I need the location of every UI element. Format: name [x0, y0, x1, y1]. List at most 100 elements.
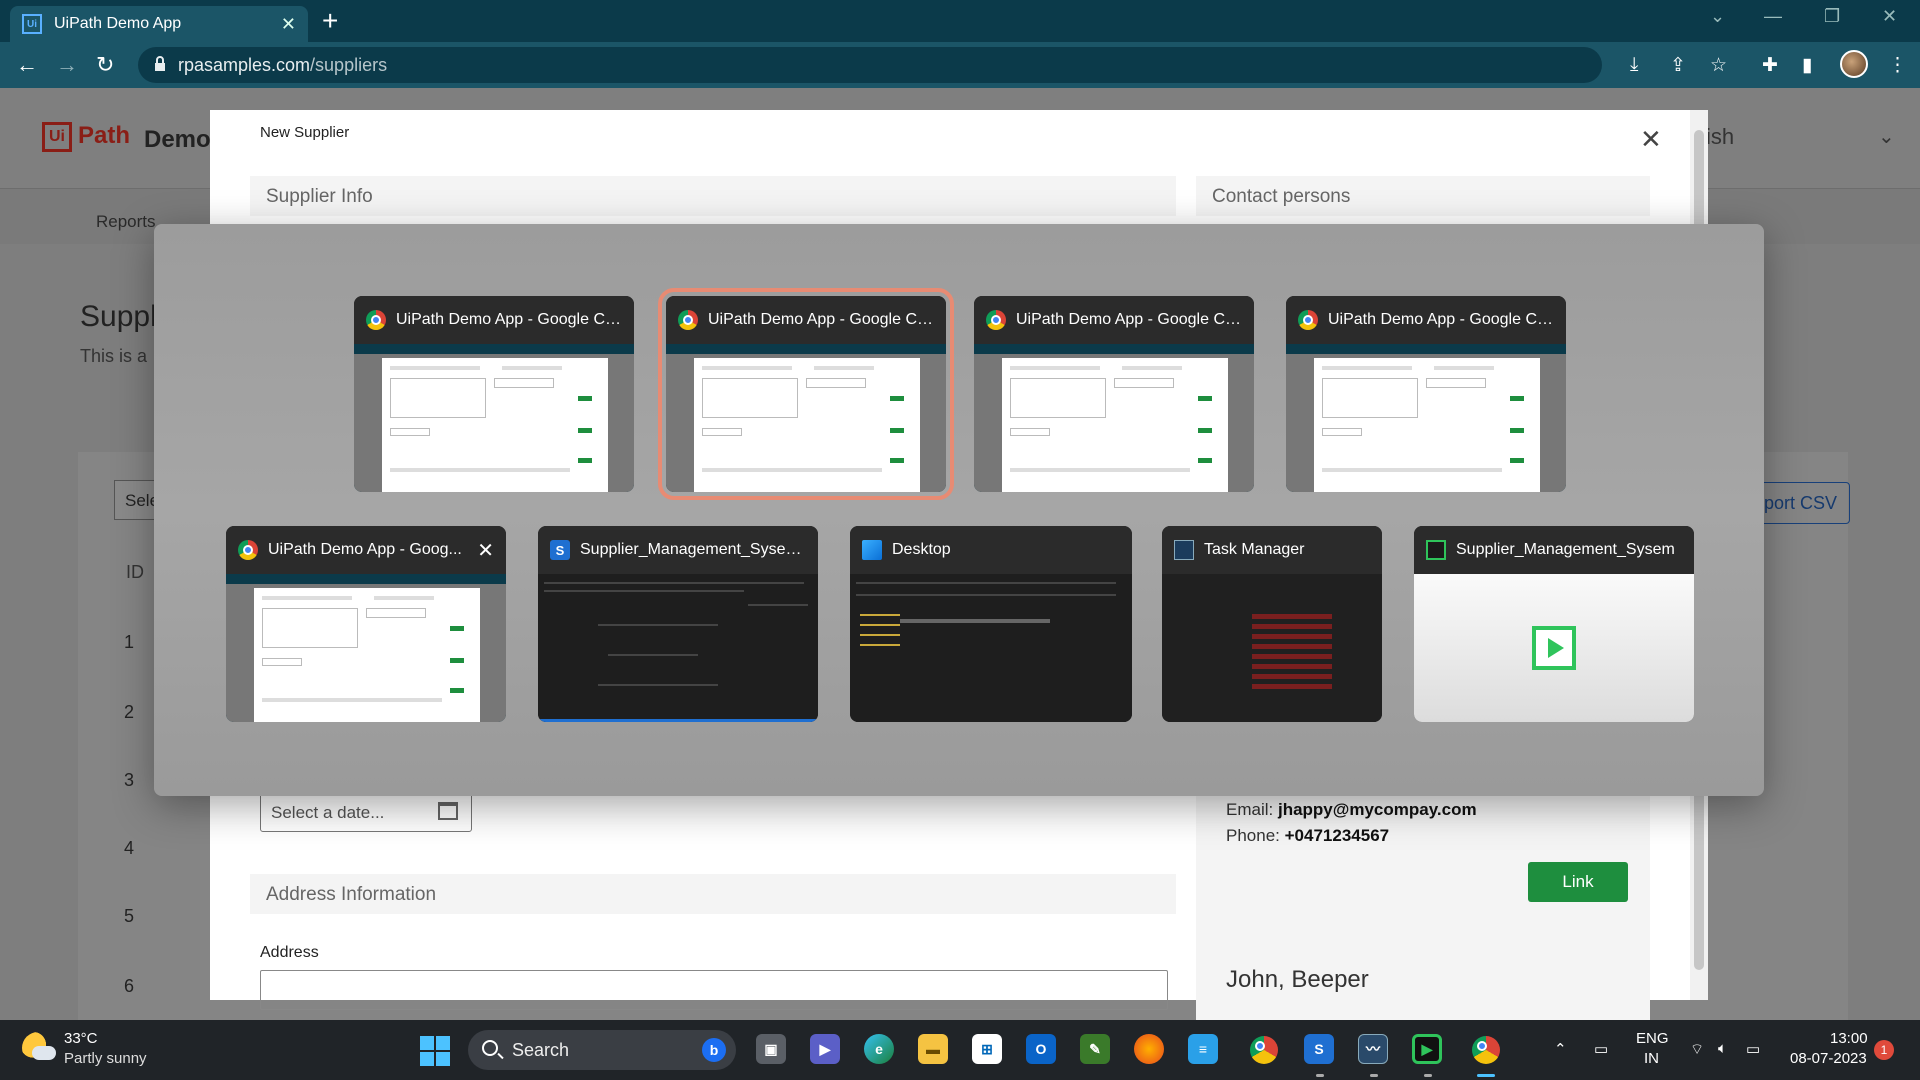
- tab-search-icon[interactable]: ⌄: [1710, 6, 1725, 27]
- chrome-icon: [678, 310, 698, 330]
- switcher-window-title: UiPath Demo App - Google Ch...: [708, 311, 934, 328]
- contact-phone-label: Phone:: [1226, 826, 1280, 845]
- taskbar-search[interactable]: Search b: [468, 1030, 736, 1070]
- side-panel-icon[interactable]: ▮: [1802, 54, 1812, 77]
- link-button[interactable]: Link: [1528, 862, 1628, 902]
- reload-button[interactable]: ↻: [96, 52, 114, 78]
- install-app-icon[interactable]: ⤓: [1630, 54, 1638, 76]
- switcher-window[interactable]: UiPath Demo App - Google Ch...: [974, 296, 1254, 492]
- bing-icon[interactable]: b: [702, 1038, 726, 1062]
- table-row-id: 1: [124, 632, 135, 652]
- switcher-window[interactable]: UiPath Demo App - Google Ch...: [1286, 296, 1566, 492]
- task-view-icon[interactable]: ▣: [756, 1034, 786, 1064]
- table-row-id: 5: [124, 906, 135, 926]
- display-icon[interactable]: ▭: [1594, 1040, 1608, 1058]
- window-thumbnail: [974, 344, 1254, 492]
- page-description: This is a: [80, 346, 148, 366]
- switcher-window[interactable]: S Supplier_Management_Sysem...: [538, 526, 818, 722]
- search-icon: [482, 1040, 498, 1056]
- forward-button[interactable]: →: [56, 52, 78, 78]
- switcher-window[interactable]: Desktop: [850, 526, 1132, 722]
- close-modal-icon[interactable]: ✕: [1640, 126, 1662, 152]
- language-region[interactable]: IN: [1644, 1050, 1659, 1067]
- switcher-window-title: Task Manager: [1204, 541, 1305, 558]
- window-thumbnail: [538, 574, 818, 722]
- edge-icon[interactable]: e: [864, 1034, 894, 1064]
- chrome-icon[interactable]: [1250, 1036, 1278, 1064]
- chevron-down-icon[interactable]: ⌄: [1878, 124, 1895, 149]
- new-tab-button[interactable]: +: [322, 6, 338, 36]
- back-button[interactable]: ←: [16, 52, 38, 78]
- weather-temperature[interactable]: 33°C: [64, 1030, 98, 1047]
- contact-email: Email: jhappy@mycompay.com: [1226, 800, 1477, 820]
- notepad-plus-plus-icon[interactable]: ✎: [1080, 1034, 1110, 1064]
- switcher-window[interactable]: UiPath Demo App - Google Ch...: [354, 296, 634, 492]
- url-path: /suppliers: [310, 54, 388, 75]
- minimize-button[interactable]: —: [1764, 6, 1782, 27]
- switcher-window[interactable]: UiPath Demo App - Goog... ✕: [226, 526, 506, 722]
- close-window-button[interactable]: ✕: [1882, 6, 1897, 27]
- window-thumbnail: [354, 344, 634, 492]
- notification-badge[interactable]: 1: [1874, 1040, 1894, 1060]
- close-tab-icon[interactable]: ✕: [281, 14, 296, 35]
- clock-date[interactable]: 08-07-2023: [1790, 1050, 1867, 1067]
- window-thumbnail: [1286, 344, 1566, 492]
- share-icon[interactable]: ⇪: [1670, 54, 1686, 77]
- address-input[interactable]: [260, 970, 1168, 1010]
- window-thumbnail: [666, 344, 946, 492]
- windows-start-icon[interactable]: [420, 1036, 450, 1066]
- chrome-profile-icon[interactable]: [1472, 1036, 1500, 1064]
- switcher-window-title: UiPath Demo App - Goog...: [268, 541, 462, 558]
- firefox-icon[interactable]: [1134, 1034, 1164, 1064]
- uipath-logo-text: Path: [78, 122, 131, 149]
- chrome-icon: [986, 310, 1006, 330]
- notepad-icon[interactable]: ≡: [1188, 1034, 1218, 1064]
- address-bar[interactable]: rpasamples.com/suppliers: [138, 47, 1602, 83]
- chrome-icon: [366, 310, 386, 330]
- file-explorer-icon[interactable]: ▬: [918, 1034, 948, 1064]
- microsoft-store-icon[interactable]: ⊞: [972, 1034, 1002, 1064]
- extensions-puzzle-icon[interactable]: ✚: [1762, 54, 1778, 77]
- browser-tabstrip: Ui UiPath Demo App ✕ + ⌄ — ❐ ✕: [0, 0, 1920, 42]
- app-name: Demo: [144, 126, 211, 153]
- uipath-logo: Ui: [42, 122, 72, 152]
- switcher-window-title: UiPath Demo App - Google Ch...: [396, 311, 622, 328]
- wifi-icon[interactable]: ⌔: [1690, 1040, 1704, 1059]
- nav-reports[interactable]: Reports: [96, 212, 156, 232]
- chrome-icon: [238, 540, 258, 560]
- table-row-id: 6: [124, 976, 135, 996]
- uipath-robot-icon[interactable]: ▶: [1412, 1034, 1442, 1064]
- chrome-menu-icon[interactable]: ⋮: [1888, 54, 1907, 77]
- weather-condition[interactable]: Partly sunny: [64, 1050, 147, 1067]
- close-window-icon[interactable]: ✕: [477, 538, 494, 563]
- switcher-window-selected[interactable]: UiPath Demo App - Google Ch...: [658, 288, 954, 500]
- contact-persons-heading: Contact persons: [1196, 176, 1650, 216]
- outlook-icon[interactable]: O: [1026, 1034, 1056, 1064]
- bookmark-star-icon[interactable]: ☆: [1710, 54, 1727, 77]
- volume-icon[interactable]: 🔈︎: [1718, 1040, 1727, 1057]
- switcher-window-title: Supplier_Management_Sysem...: [580, 541, 806, 558]
- battery-icon[interactable]: ▭: [1746, 1040, 1760, 1058]
- calendar-icon[interactable]: [438, 802, 458, 820]
- chrome-icon: [1298, 310, 1318, 330]
- teams-chat-icon[interactable]: ▶: [810, 1034, 840, 1064]
- clock-time[interactable]: 13:00: [1830, 1030, 1868, 1047]
- browser-tab[interactable]: Ui UiPath Demo App ✕: [10, 6, 308, 42]
- window-thumbnail: [1162, 574, 1382, 722]
- uipath-studio-icon[interactable]: S: [1304, 1034, 1334, 1064]
- task-manager-icon[interactable]: 〰: [1358, 1034, 1388, 1064]
- supplier-info-heading: Supplier Info: [250, 176, 1176, 216]
- modal-title: New Supplier: [260, 124, 350, 141]
- task-manager-icon: [1174, 540, 1194, 560]
- profile-avatar[interactable]: [1840, 50, 1868, 78]
- contact-email-value: jhappy@mycompay.com: [1277, 800, 1477, 819]
- browser-tab-title: UiPath Demo App: [54, 15, 182, 32]
- restore-button[interactable]: ❐: [1824, 6, 1840, 27]
- taskbar: 33°C Partly sunny Search b ▣ ▶ e ▬ ⊞ O ✎…: [0, 1020, 1920, 1080]
- language-indicator[interactable]: ENG: [1636, 1030, 1669, 1047]
- switcher-window[interactable]: Supplier_Management_Sysem: [1414, 526, 1694, 722]
- contact-phone: Phone: +0471234567: [1226, 826, 1389, 846]
- switcher-window[interactable]: Task Manager: [1162, 526, 1382, 722]
- weather-partly-sunny-icon[interactable]: [22, 1032, 56, 1064]
- show-hidden-icons-icon[interactable]: ⌃: [1554, 1040, 1567, 1058]
